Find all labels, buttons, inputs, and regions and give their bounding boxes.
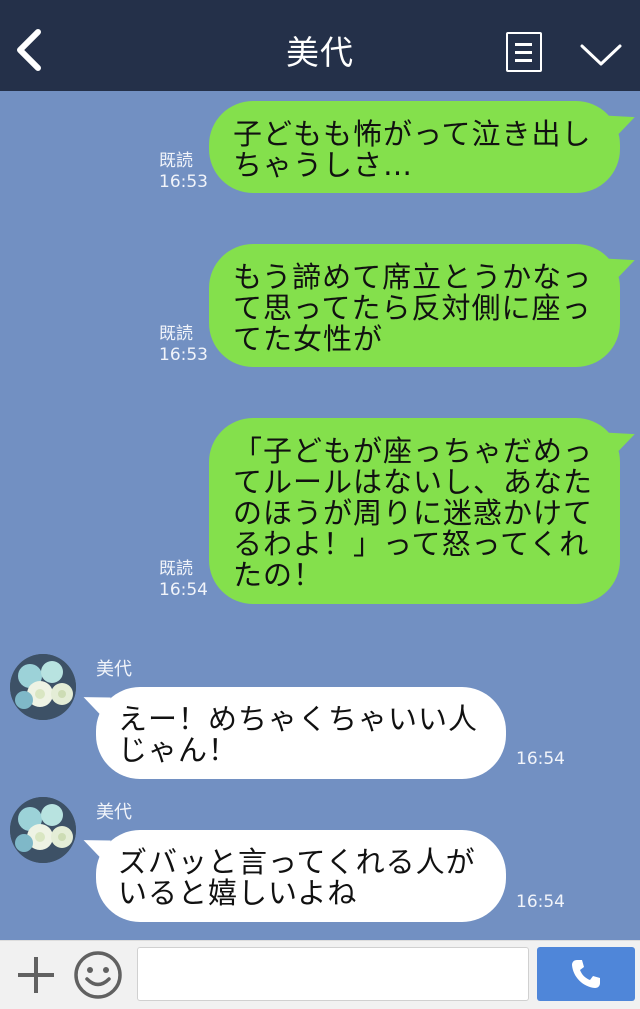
- outgoing-bubble[interactable]: 「子どもが座っちゃだめっ てルールはないし、あなた のほうが周りに迷惑かけて る…: [209, 418, 620, 604]
- message-line: るわよ！」って怒ってくれ: [233, 527, 590, 561]
- chat-area[interactable]: 既読 16:53 子どもも怖がって泣き出し ちゃうしさ… 既読 16:53 もう…: [0, 91, 640, 940]
- avatar[interactable]: [10, 797, 76, 863]
- message-row: 既読 16:53 もう諦めて席立とうかなっ て思ってたら反対側に座っ てた女性が: [0, 244, 640, 369]
- incoming-bubble[interactable]: ズバッと言ってくれる人が いると嬉しいよね: [96, 830, 506, 922]
- chat-title: 美代: [286, 33, 354, 72]
- message-line: てた女性が: [233, 322, 384, 356]
- sender-name: 美代: [96, 659, 132, 680]
- message-line: えー！めちゃくちゃいい人: [118, 702, 479, 736]
- message-line: 子どもも怖がって泣き出し: [233, 117, 592, 151]
- input-bar: [0, 940, 640, 1009]
- message-line: のほうが周りに迷惑かけて: [233, 496, 594, 530]
- sender-name: 美代: [96, 802, 132, 823]
- message-time: 16:54: [516, 749, 565, 769]
- message-row: 美代 えー！めちゃくちゃいい人 じゃん！ 16:54: [0, 651, 640, 781]
- message-line: もう諦めて席立とうかなっ: [233, 260, 593, 294]
- message-time: 16:53: [159, 345, 208, 365]
- message-line: じゃん！: [118, 733, 239, 767]
- message-line: ズバッと言ってくれる人が: [118, 845, 476, 879]
- phone-icon: [572, 960, 600, 988]
- message-row: 既読 16:54 「子どもが座っちゃだめっ てルールはないし、あなた のほうが周…: [0, 418, 640, 608]
- message-input[interactable]: [137, 947, 529, 1001]
- plus-icon[interactable]: [14, 953, 58, 997]
- message-line: てルールはないし、あなた: [233, 465, 594, 499]
- read-receipt: 既読: [159, 324, 193, 344]
- message-meta: 既読 16:54: [159, 559, 208, 601]
- smiley-icon[interactable]: [73, 950, 123, 1000]
- message-time: 16:53: [159, 172, 208, 192]
- avatar[interactable]: [10, 654, 76, 720]
- outgoing-bubble[interactable]: 子どもも怖がって泣き出し ちゃうしさ…: [209, 101, 620, 193]
- chat-header: 美代: [0, 0, 640, 91]
- message-row: 既読 16:53 子どもも怖がって泣き出し ちゃうしさ…: [0, 101, 640, 196]
- read-receipt: 既読: [159, 559, 193, 579]
- message-line: 「子どもが座っちゃだめっ: [233, 434, 594, 468]
- message-line: たの！: [233, 558, 324, 592]
- message-time: 16:54: [159, 580, 208, 600]
- message-line: ちゃうしさ…: [233, 148, 414, 182]
- message-line: いると嬉しいよね: [118, 876, 358, 910]
- menu-list-icon[interactable]: [506, 32, 542, 72]
- incoming-bubble[interactable]: えー！めちゃくちゃいい人 じゃん！: [96, 687, 506, 779]
- message-line: て思ってたら反対側に座っ: [233, 291, 592, 325]
- outgoing-bubble[interactable]: もう諦めて席立とうかなっ て思ってたら反対側に座っ てた女性が: [209, 244, 620, 367]
- message-meta: 既読 16:53: [159, 151, 208, 193]
- message-time: 16:54: [516, 892, 565, 912]
- message-row: 美代 ズバッと言ってくれる人が いると嬉しいよね 16:54: [0, 794, 640, 924]
- read-receipt: 既読: [159, 151, 193, 171]
- call-button[interactable]: [537, 947, 635, 1001]
- chevron-down-icon[interactable]: [576, 36, 626, 72]
- message-meta: 既読 16:53: [159, 324, 208, 366]
